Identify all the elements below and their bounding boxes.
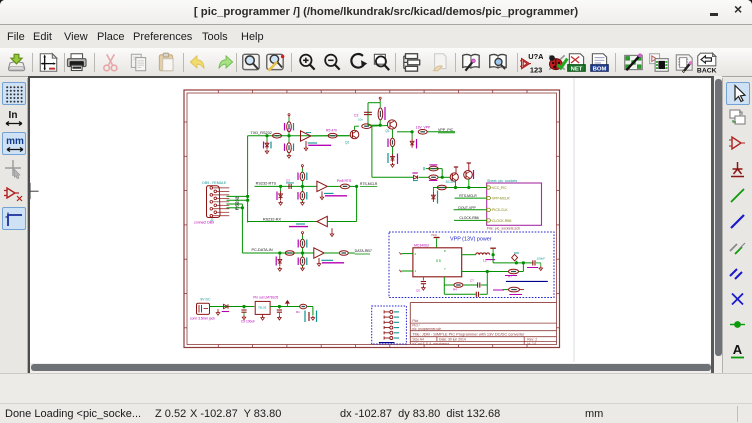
svg-text:NET: NET	[571, 66, 583, 72]
svg-text:In: In	[9, 110, 18, 121]
svg-text:mm: mm	[6, 136, 24, 147]
svg-text:123: 123	[530, 65, 542, 74]
svg-text:U?A: U?A	[528, 52, 543, 61]
svg-text:BACK: BACK	[697, 68, 717, 74]
svg-text:A: A	[733, 342, 743, 357]
svg-text:BOM: BOM	[593, 66, 607, 72]
